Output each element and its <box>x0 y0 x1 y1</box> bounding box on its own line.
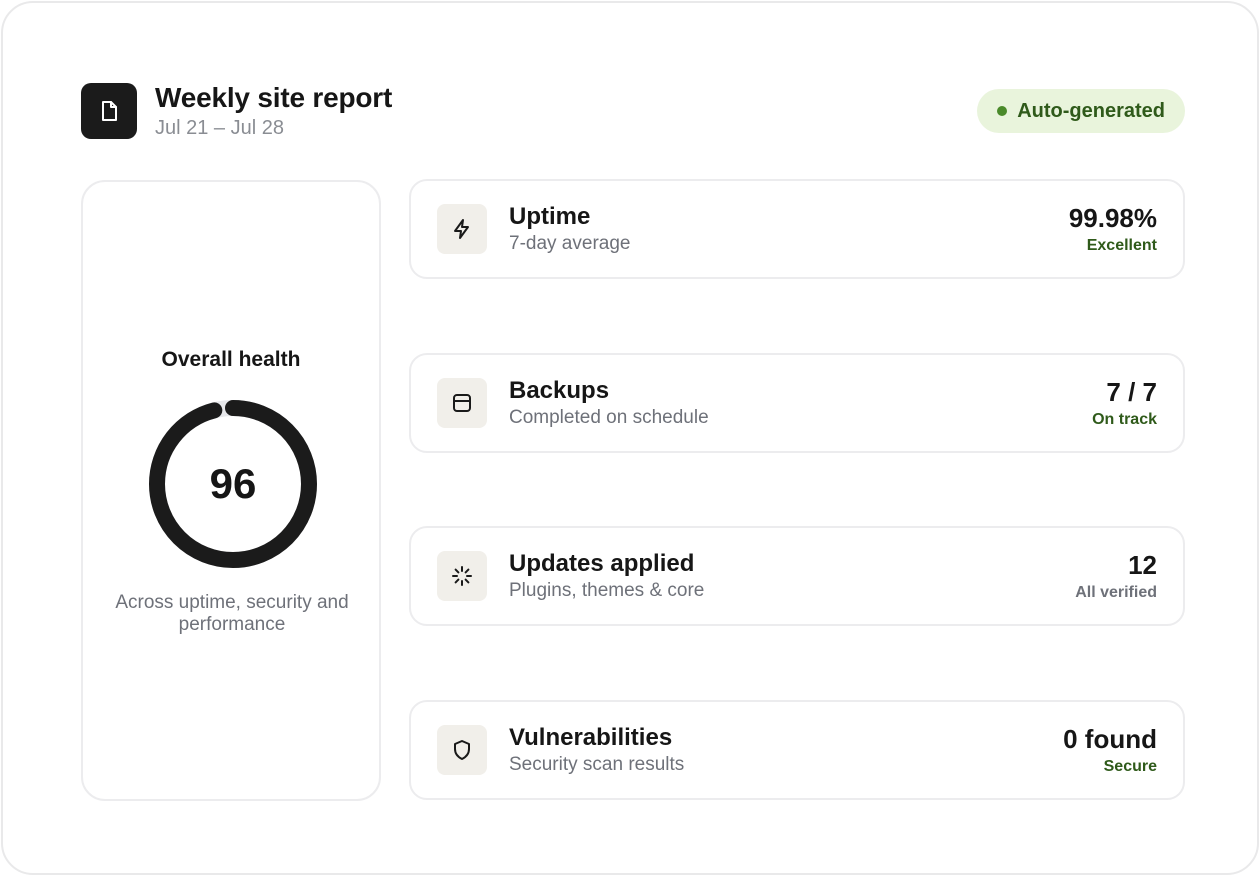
metric-card-uptime: Uptime 7-day average 99.98% Excellent <box>409 179 1185 279</box>
metric-sublabel: Plugins, themes & core <box>509 580 705 601</box>
metric-status: All verified <box>1075 584 1157 601</box>
metric-value: 99.98% <box>1068 203 1157 233</box>
report-header: Weekly site report Jul 21 – Jul 28 Auto-… <box>81 82 1185 139</box>
health-title: Overall health <box>161 348 301 371</box>
report-card: Weekly site report Jul 21 – Jul 28 Auto-… <box>1 1 1259 875</box>
loader-icon <box>437 551 487 601</box>
metric-card-backups: Backups Completed on schedule 7 / 7 On t… <box>409 353 1185 453</box>
metric-value: 0 found <box>1063 724 1157 754</box>
metric-status: Secure <box>1103 758 1157 775</box>
metric-card-vulnerabilities: Vulnerabilities Security scan results 0 … <box>409 700 1185 800</box>
page-title: Weekly site report <box>155 82 393 113</box>
health-ring: 96 <box>145 396 321 572</box>
health-caption: Across uptime, security and performance <box>115 592 349 635</box>
metric-sublabel: 7-day average <box>509 233 631 254</box>
metric-sublabel: Security scan results <box>509 754 685 775</box>
metric-label: Vulnerabilities <box>509 724 673 751</box>
status-badge: Auto-generated <box>977 89 1185 133</box>
window-icon <box>437 378 487 428</box>
document-icon <box>81 83 137 139</box>
metric-label: Backups <box>509 377 610 404</box>
metric-card-updates: Updates applied Plugins, themes & core 1… <box>409 526 1185 626</box>
shield-icon <box>437 725 487 775</box>
health-score: 96 <box>209 460 257 507</box>
metric-label: Updates applied <box>509 550 695 577</box>
status-dot-icon <box>997 106 1008 116</box>
status-badge-label: Auto-generated <box>1017 99 1165 122</box>
date-range: Jul 21 – Jul 28 <box>155 117 284 139</box>
metric-sublabel: Completed on schedule <box>509 407 709 428</box>
metric-value: 12 <box>1128 550 1157 580</box>
overall-health-panel: Overall health 96 Across uptime, securit… <box>81 180 381 801</box>
metric-status: On track <box>1092 411 1157 428</box>
metric-status: Excellent <box>1086 237 1157 254</box>
lightning-icon <box>437 204 487 254</box>
metric-value: 7 / 7 <box>1106 377 1157 407</box>
metric-label: Uptime <box>509 203 591 230</box>
